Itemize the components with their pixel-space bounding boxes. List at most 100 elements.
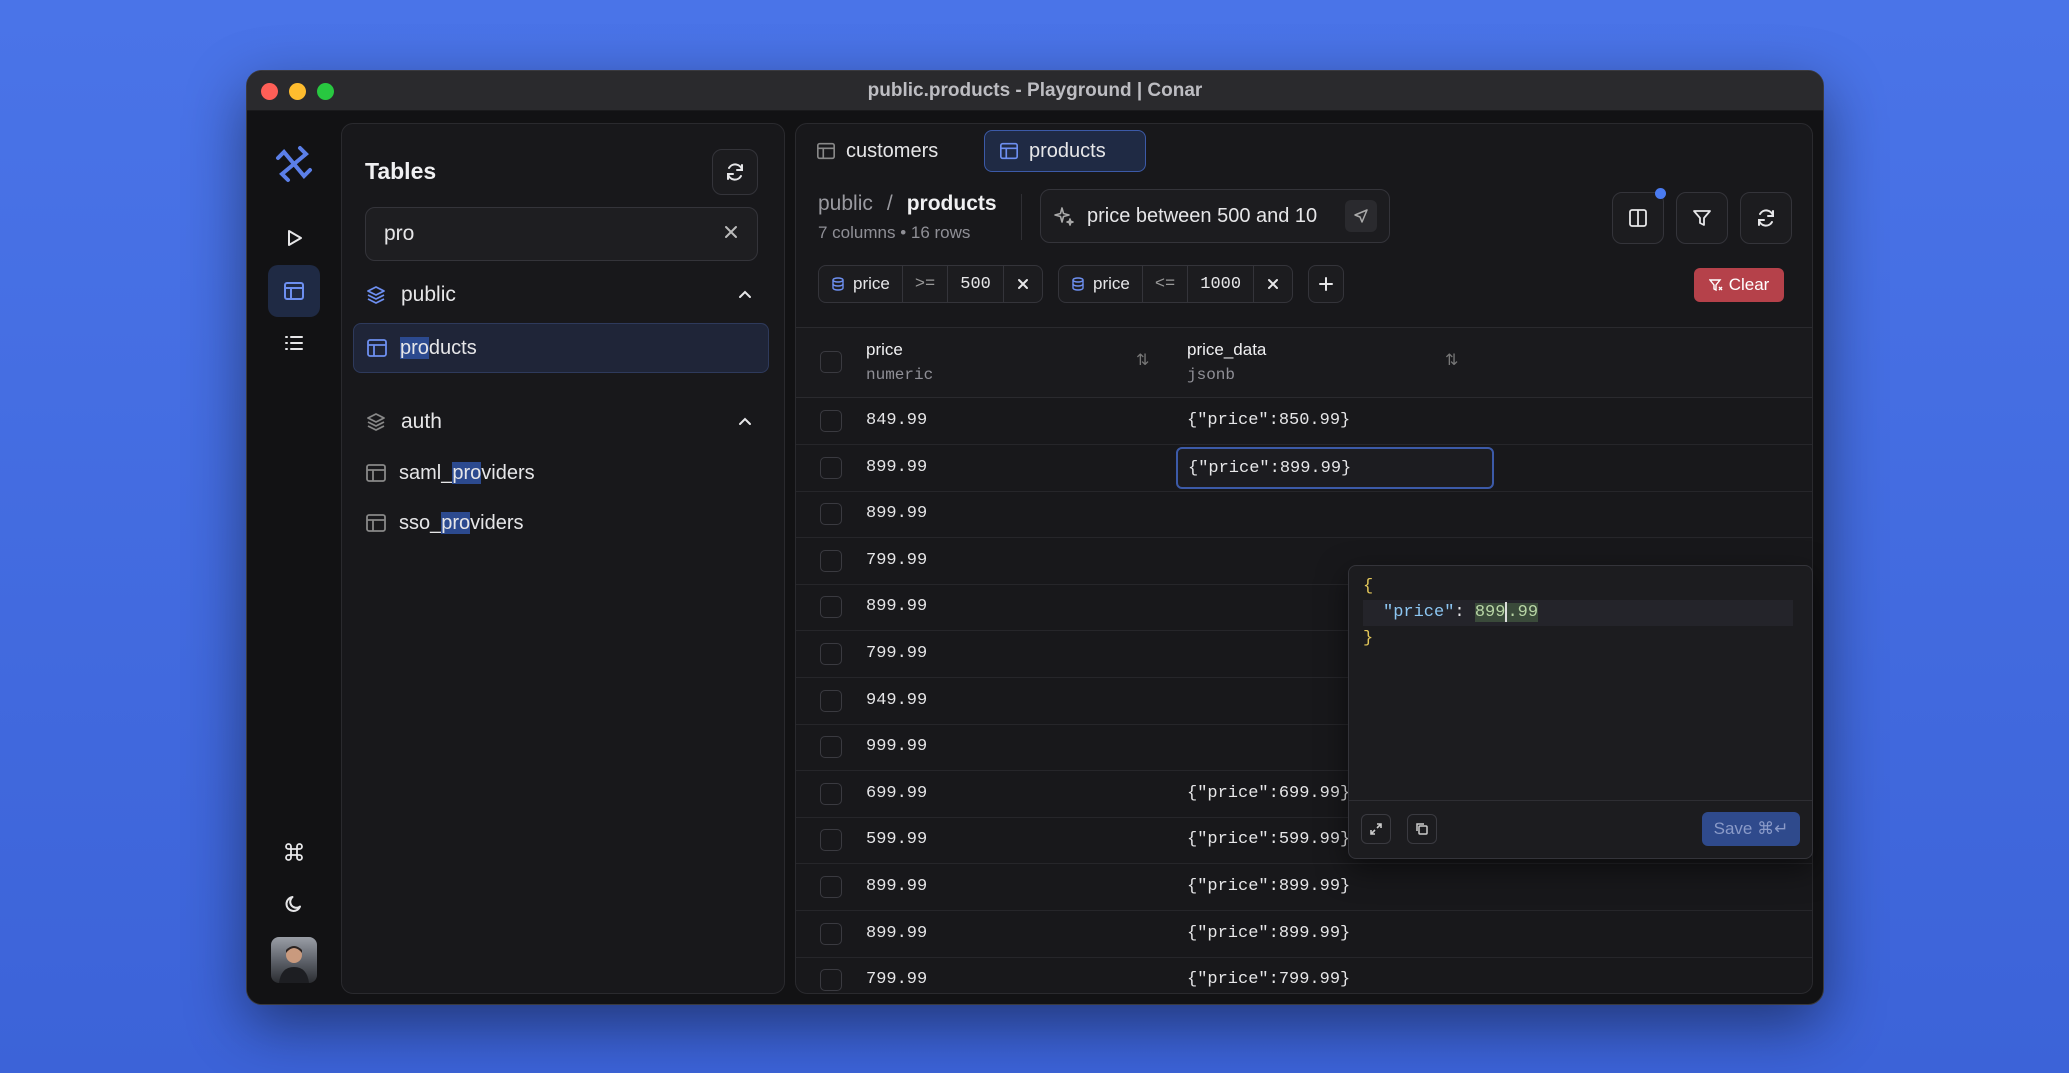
breadcrumb: public / products	[818, 192, 997, 216]
row-checkbox[interactable]	[820, 922, 842, 945]
cell-price[interactable]: 799.99	[866, 644, 927, 663]
row-checkbox[interactable]	[820, 549, 842, 572]
row-checkbox[interactable]	[820, 643, 842, 665]
tab-customers[interactable]: customers	[802, 130, 952, 172]
table-item-saml-providers[interactable]: saml_providers	[353, 448, 769, 498]
cell-price-data-editing[interactable]: {"price":899.99}	[1176, 446, 1494, 489]
cell-price[interactable]: 699.99	[866, 784, 927, 803]
table-row[interactable]: 799.99 {"price":799.99}	[796, 958, 1812, 993]
row-checkbox[interactable]	[820, 689, 842, 712]
minimize-window-button[interactable]	[289, 83, 306, 100]
cell-price[interactable]: 899.99	[866, 924, 927, 943]
theme-toggle-button[interactable]	[268, 878, 320, 930]
table-row[interactable]: 849.99 {"price":850.99}	[796, 399, 1812, 445]
table-row[interactable]: 899.99 {"price":899.99}	[796, 912, 1812, 958]
table-row[interactable]: 899.99 {"price":899.99}	[796, 446, 1812, 492]
sort-icon[interactable]: ⇅	[1445, 350, 1458, 370]
cell-price[interactable]: 849.99	[866, 411, 927, 430]
filter-chip[interactable]: price <= 1000	[1058, 265, 1294, 303]
column-header-price-data[interactable]: price_data jsonb	[1187, 340, 1266, 384]
user-avatar[interactable]	[271, 937, 317, 983]
moon-icon	[285, 896, 301, 912]
row-checkbox[interactable]	[820, 736, 842, 759]
cell-price[interactable]: 999.99	[866, 737, 927, 756]
table-search-input[interactable]: pro	[365, 207, 758, 261]
app-window: public.products - Playground | Conar Tab…	[246, 70, 1824, 1005]
table-row[interactable]: 899.99	[796, 492, 1812, 539]
row-checkbox[interactable]	[820, 503, 842, 526]
save-button[interactable]: Save ⌘↵	[1702, 812, 1800, 846]
cell-price-data[interactable]: {"price":799.99}	[1187, 970, 1350, 989]
table-row[interactable]: 899.99 {"price":899.99}	[796, 865, 1812, 911]
columns-icon	[1629, 209, 1647, 227]
filter-button[interactable]	[1676, 192, 1728, 244]
filter-operator[interactable]: >=	[903, 266, 949, 302]
tables-nav-button[interactable]	[268, 265, 320, 317]
columns-toggle-button[interactable]	[1612, 192, 1664, 244]
close-window-button[interactable]	[261, 83, 278, 100]
maximize-window-button[interactable]	[317, 83, 334, 100]
command-palette-button[interactable]	[268, 826, 320, 878]
run-query-button[interactable]	[268, 212, 320, 264]
chevron-up-icon[interactable]	[736, 413, 754, 431]
cell-price[interactable]: 799.99	[866, 970, 927, 989]
cell-price[interactable]: 599.99	[866, 830, 927, 849]
notification-dot	[1655, 188, 1666, 199]
app-logo-icon[interactable]	[274, 144, 314, 184]
send-button[interactable]	[1345, 200, 1377, 232]
row-checkbox[interactable]	[820, 456, 842, 479]
expand-button[interactable]	[1361, 814, 1391, 844]
breadcrumb-schema[interactable]: public	[818, 192, 873, 216]
schema-name: public	[401, 283, 456, 306]
copy-icon	[1416, 823, 1428, 835]
json-code[interactable]: { "price": 899.99 }	[1363, 574, 1793, 652]
cell-price-data[interactable]: {"price":699.99}	[1187, 784, 1350, 803]
filter-value[interactable]: 1000	[1188, 266, 1255, 302]
clear-filters-button[interactable]: Clear	[1694, 268, 1784, 302]
table-view: customers products public / products 7 c…	[795, 123, 1813, 994]
json-editor-popover[interactable]: { "price": 899.99 } Save ⌘↵	[1348, 565, 1813, 859]
add-filter-button[interactable]	[1308, 265, 1344, 303]
row-checkbox[interactable]	[820, 969, 842, 992]
select-all-checkbox[interactable]	[820, 351, 842, 373]
ai-filter-input[interactable]: price between 500 and 10	[1040, 189, 1390, 243]
schema-auth[interactable]: auth	[365, 402, 758, 442]
table-item-sso-providers[interactable]: sso_providers	[353, 498, 769, 548]
refresh-data-button[interactable]	[1740, 192, 1792, 244]
cell-price[interactable]: 949.99	[866, 691, 927, 710]
icon-rail	[247, 111, 341, 1004]
row-checkbox[interactable]	[820, 876, 842, 898]
cell-price[interactable]: 799.99	[866, 551, 927, 570]
clear-search-icon[interactable]	[723, 222, 739, 246]
cell-price-data[interactable]: {"price":899.99}	[1187, 924, 1350, 943]
row-checkbox[interactable]	[820, 782, 842, 805]
cell-price-data[interactable]: {"price":899.99}	[1187, 877, 1350, 896]
filter-operator[interactable]: <=	[1143, 266, 1189, 302]
filter-chip[interactable]: price >= 500	[818, 265, 1043, 303]
filter-column[interactable]: price	[1059, 266, 1143, 302]
cell-price-data[interactable]: {"price":599.99}	[1187, 830, 1350, 849]
list-nav-button[interactable]	[268, 317, 320, 369]
copy-button[interactable]	[1407, 814, 1437, 844]
schema-public[interactable]: public	[365, 275, 758, 315]
remove-filter-icon[interactable]	[1004, 266, 1042, 302]
filter-column[interactable]: price	[819, 266, 903, 302]
table-item-products[interactable]: products	[353, 323, 769, 373]
window-controls	[261, 83, 334, 100]
sort-icon[interactable]: ⇅	[1136, 350, 1149, 370]
cell-price[interactable]: 899.99	[866, 877, 927, 896]
cell-price[interactable]: 899.99	[866, 458, 927, 477]
filter-value[interactable]: 500	[948, 266, 1004, 302]
row-checkbox[interactable]	[820, 596, 842, 619]
column-header-price[interactable]: price numeric	[866, 340, 933, 384]
chevron-up-icon[interactable]	[736, 286, 754, 304]
cell-price[interactable]: 899.99	[866, 597, 927, 616]
list-icon	[285, 336, 303, 350]
row-checkbox[interactable]	[820, 410, 842, 432]
cell-price-data[interactable]: {"price":850.99}	[1187, 411, 1350, 430]
remove-filter-icon[interactable]	[1254, 266, 1292, 302]
row-checkbox[interactable]	[820, 829, 842, 852]
refresh-tables-button[interactable]	[712, 149, 758, 195]
cell-price[interactable]: 899.99	[866, 504, 927, 523]
tab-products[interactable]: products	[984, 130, 1146, 172]
